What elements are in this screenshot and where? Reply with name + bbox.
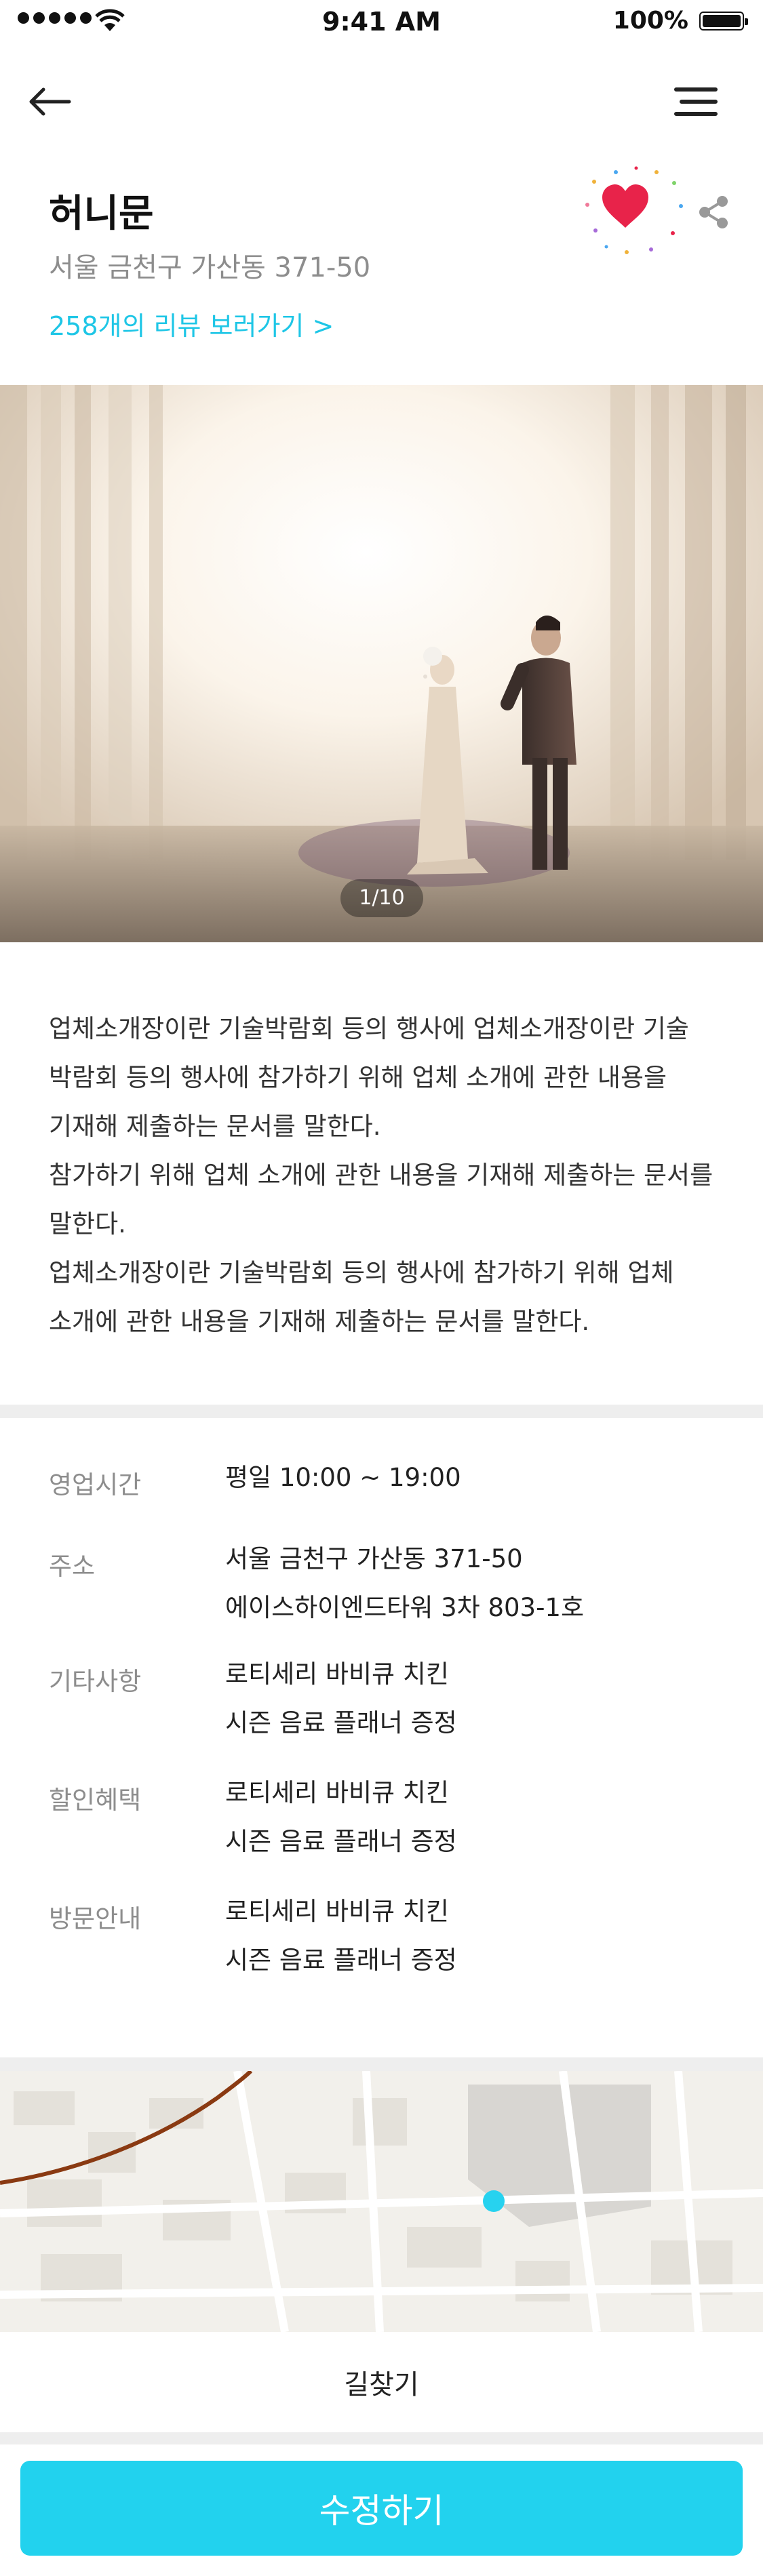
info-value-line: 평일 10:00 ~ 19:00 — [225, 1463, 461, 1492]
section-divider — [0, 2432, 763, 2444]
description-line: 업체소개장이란 기술박람회 등의 행사에 참가하기 위해 업체 — [49, 1258, 674, 1287]
back-arrow-icon — [29, 87, 71, 116]
page-title: 허니문 — [49, 192, 154, 236]
info-label: 기타사항 — [49, 1667, 142, 1696]
info-value: 서울 금천구 가산동 371-50 에이스하이엔드타워 3차 803-1호 — [225, 1535, 584, 1632]
info-value-line: 시즌 음료 플래너 증정 — [225, 1827, 457, 1856]
menu-button[interactable] — [668, 75, 722, 129]
info-value-line: 로티세리 바비큐 치킨 — [225, 1897, 449, 1926]
info-value-line: 에이스하이엔드타워 3차 803-1호 — [225, 1593, 585, 1622]
status-bar: 9:41 AM 100% — [0, 0, 763, 43]
share-icon — [699, 196, 728, 228]
info-value-line: 로티세리 바비큐 치킨 — [225, 1659, 449, 1689]
share-button[interactable] — [695, 194, 732, 230]
venue-description: 업체소개장이란 기술박람회 등의 행사에 업체소개장이란 기술 박람회 등의 행… — [49, 1005, 720, 1346]
info-value: 로티세리 바비큐 치킨 시즌 음료 플래너 증정 — [225, 1769, 457, 1866]
menu-icon — [674, 87, 718, 116]
info-value: 평일 10:00 ~ 19:00 — [225, 1453, 461, 1502]
description-line: 업체소개장이란 기술박람회 등의 행사에 업체소개장이란 기술 — [49, 1014, 689, 1043]
info-value-line: 시즌 음료 플래너 증정 — [225, 1708, 457, 1737]
info-value: 로티세리 바비큐 치킨 시즌 음료 플래너 증정 — [225, 1650, 457, 1748]
info-label: 방문안내 — [49, 1904, 142, 1933]
info-label: 영업시간 — [49, 1470, 142, 1500]
edit-button[interactable]: 수정하기 — [20, 2461, 743, 2556]
info-label: 할인혜택 — [49, 1786, 142, 1815]
battery-icon — [699, 12, 748, 31]
location-map[interactable] — [0, 2071, 763, 2332]
venue-address: 서울 금천구 가산동 371-50 — [49, 252, 371, 283]
section-divider — [0, 1405, 763, 1418]
photo-pager: 1/10 — [340, 879, 423, 917]
heart-icon — [585, 166, 683, 254]
battery-percent: 100% — [612, 7, 688, 35]
description-line: 기재해 제출하는 문서를 말한다. — [49, 1112, 381, 1141]
info-label: 주소 — [49, 1552, 96, 1581]
directions-button[interactable]: 길찾기 — [0, 2332, 763, 2432]
description-line: 소개에 관한 내용을 기재해 제출하는 문서를 말한다. — [49, 1307, 590, 1336]
reviews-link[interactable]: 258개의 리뷰 보러가기 > — [49, 305, 334, 342]
info-value-line: 시즌 음료 플래너 증정 — [225, 1946, 457, 1975]
description-line: 말한다. — [49, 1209, 126, 1239]
back-button[interactable] — [27, 76, 88, 127]
venue-photo[interactable] — [0, 385, 763, 942]
section-divider — [0, 2057, 763, 2071]
info-value-line: 로티세리 바비큐 치킨 — [225, 1778, 449, 1807]
description-line: 박람회 등의 행사에 참가하기 위해 업체 소개에 관한 내용을 — [49, 1063, 667, 1092]
description-line: 참가하기 위해 업체 소개에 관한 내용을 기재해 제출하는 문서를 — [49, 1161, 713, 1190]
info-value-line: 서울 금천구 가산동 371-50 — [225, 1544, 523, 1573]
favorite-button[interactable] — [575, 163, 690, 258]
wedding-photo-image — [0, 385, 763, 942]
info-value: 로티세리 바비큐 치킨 시즌 음료 플래너 증정 — [225, 1887, 457, 1985]
street-map-image — [0, 2071, 763, 2332]
